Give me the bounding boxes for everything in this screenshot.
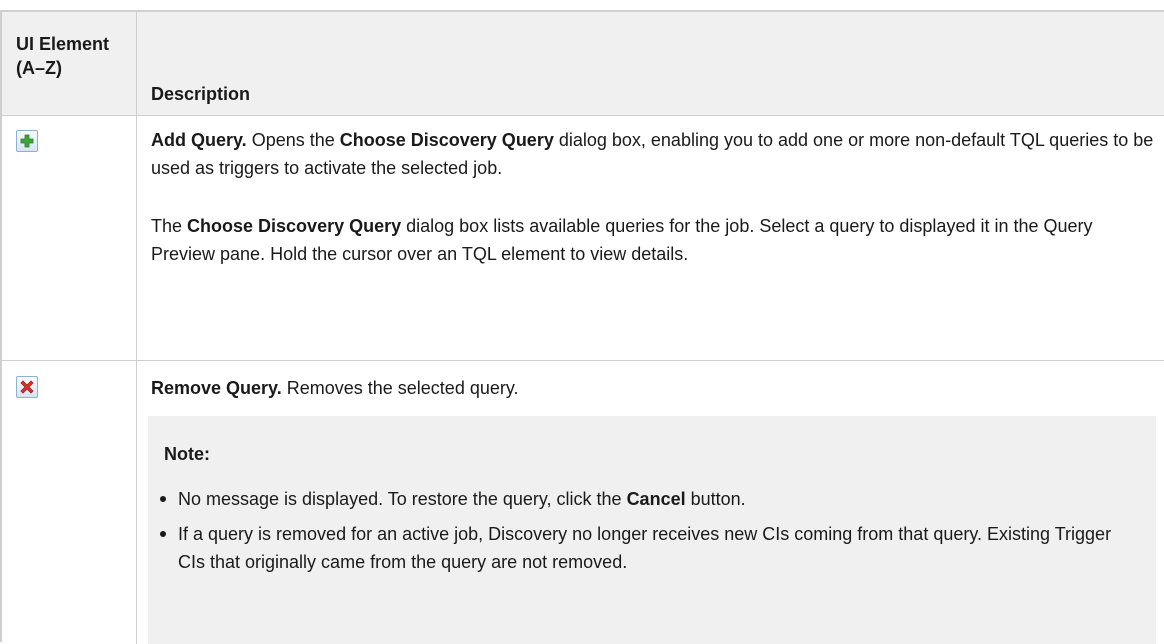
x-icon [20, 380, 34, 394]
column-divider [136, 12, 137, 644]
table-header-row: UI Element (A–Z) Description [2, 12, 1164, 116]
bullet-icon [160, 531, 166, 537]
add-query-description: Add Query. Opens the Choose Discovery Qu… [151, 130, 1154, 178]
table-row: Add Query. Opens the Choose Discovery Qu… [2, 116, 1164, 361]
add-query-dialog-description: The Choose Discovery Query dialog box li… [151, 216, 1093, 264]
note-title: Note: [164, 444, 210, 464]
note-box: Note: No message is displayed. To restor… [148, 416, 1156, 644]
table-row: Remove Query. Removes the selected query… [2, 361, 1164, 644]
bullet-icon [160, 496, 166, 502]
remove-query-title: Remove Query. [151, 378, 282, 398]
ui-element-table: UI Element (A–Z) Description Add Query. … [0, 10, 1164, 644]
header-description: Description [151, 84, 251, 104]
plus-icon [20, 134, 34, 148]
header-ui-element: UI Element (A–Z) [16, 34, 110, 78]
add-icon [16, 130, 38, 152]
remove-icon [16, 376, 38, 398]
remove-query-description: Remove Query. Removes the selected query… [151, 378, 519, 398]
add-query-title: Add Query. [151, 130, 247, 150]
